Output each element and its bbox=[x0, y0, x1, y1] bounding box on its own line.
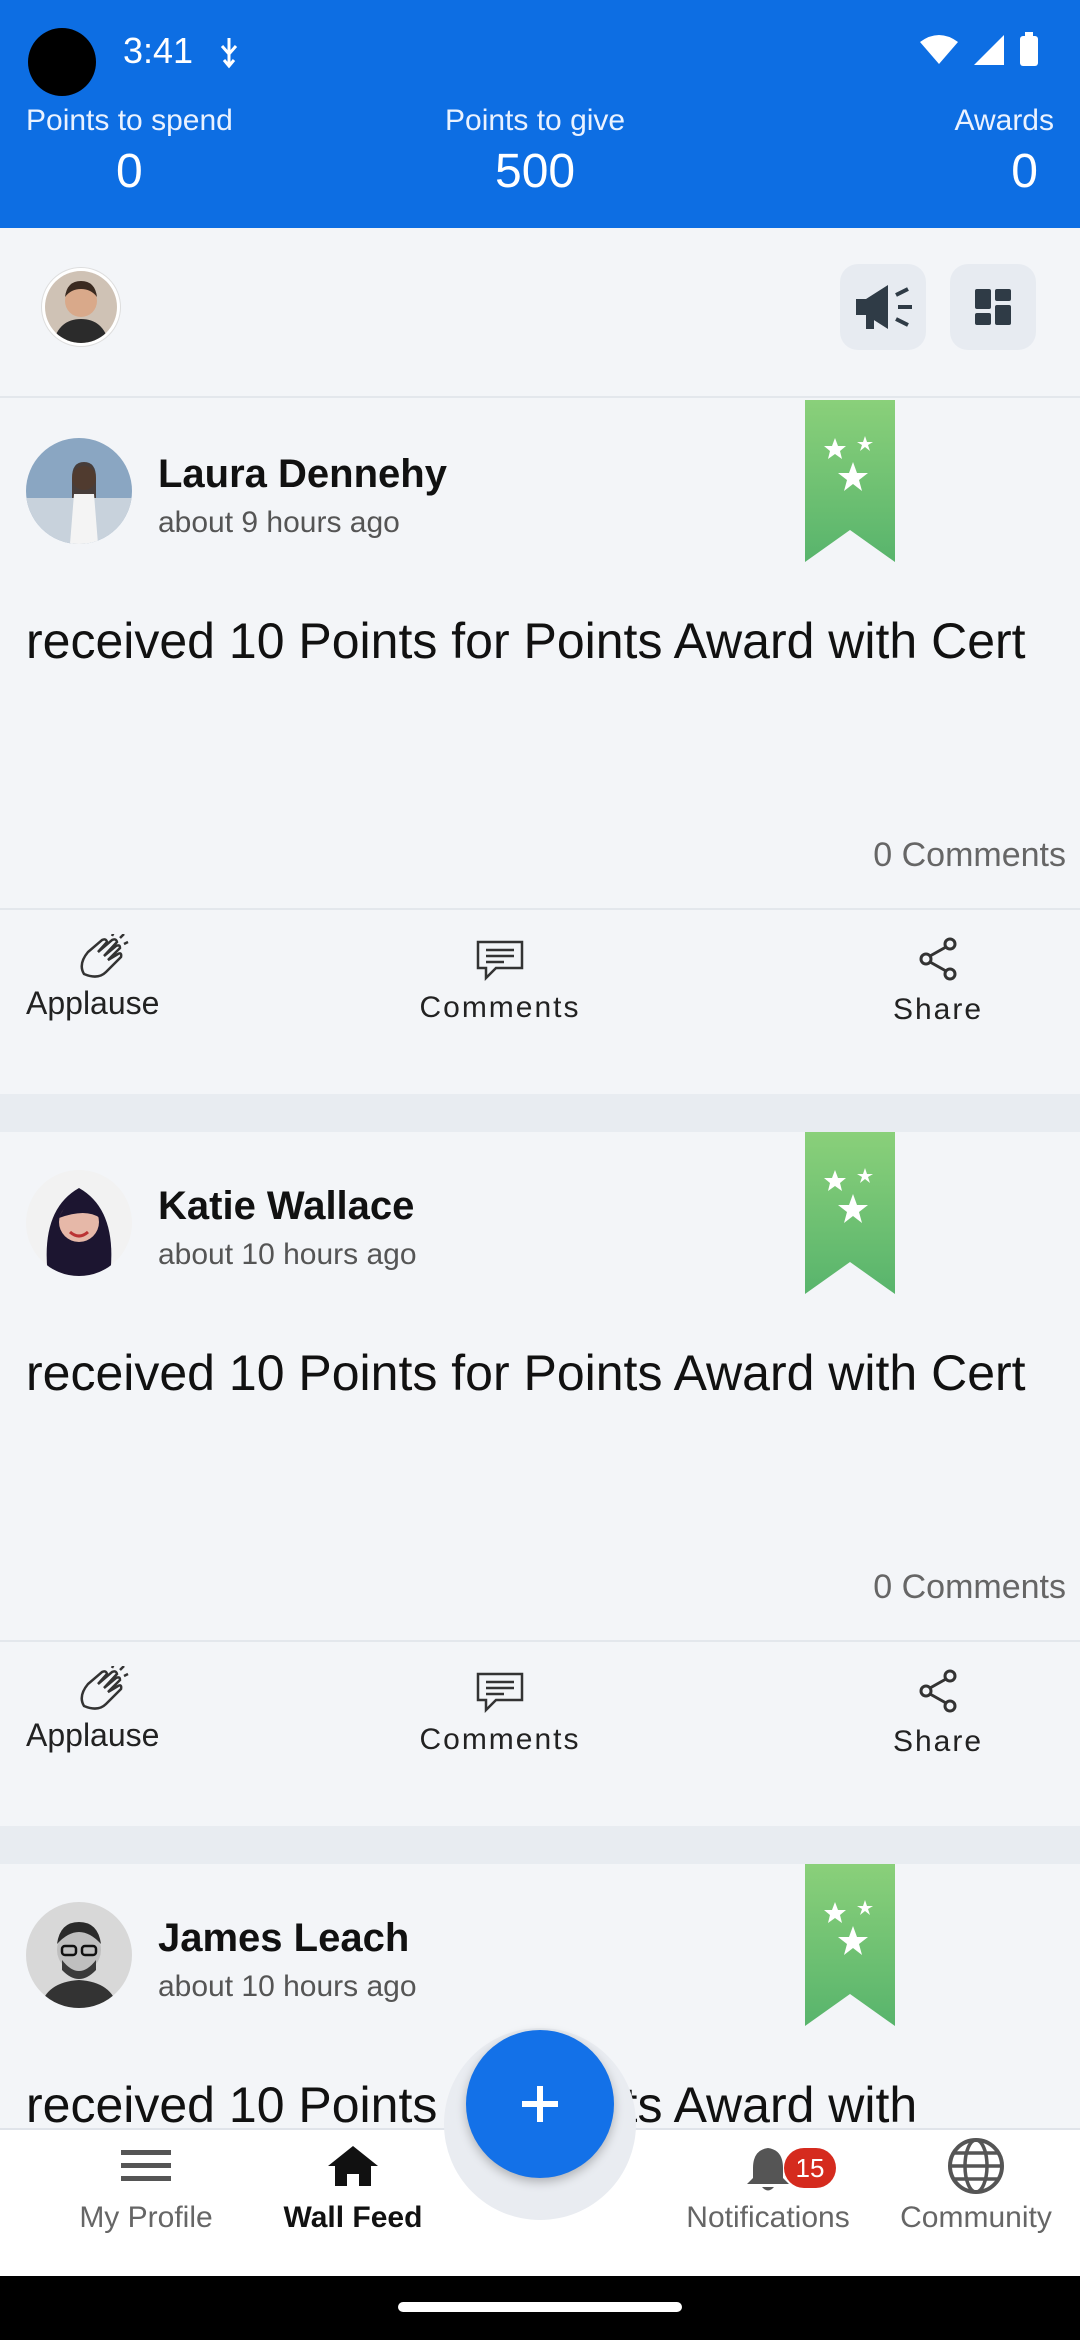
avatar-image bbox=[26, 1170, 132, 1276]
award-ribbon-icon bbox=[805, 1132, 895, 1294]
share-label: Share bbox=[892, 1725, 984, 1758]
post-divider bbox=[0, 1640, 1080, 1642]
system-icons bbox=[918, 32, 1040, 68]
awards[interactable]: Awards 0 bbox=[955, 104, 1055, 199]
signal-icon bbox=[974, 35, 1004, 65]
camera-cutout bbox=[28, 28, 96, 96]
notifications-badge: 15 bbox=[784, 2148, 836, 2188]
points-to-spend-value: 0 bbox=[116, 145, 143, 198]
post-message: received 10 Points for Points Award with… bbox=[26, 1345, 1026, 1401]
globe-icon bbox=[948, 2138, 1004, 2194]
comments-label: Comments bbox=[419, 1723, 581, 1756]
comments-button[interactable]: Comments bbox=[395, 1666, 605, 1757]
comments-count[interactable]: 0 Comments bbox=[873, 1568, 1066, 1607]
home-icon bbox=[328, 2146, 378, 2186]
points-to-give-label: Points to give bbox=[445, 104, 626, 137]
nav-notifications[interactable]: 15 Notifications bbox=[678, 2144, 858, 2235]
dashboard-button[interactable] bbox=[950, 264, 1036, 350]
wifi-icon bbox=[920, 35, 958, 64]
comments-button[interactable]: Comments bbox=[395, 934, 605, 1025]
share-icon bbox=[919, 1669, 957, 1713]
my-avatar-image bbox=[45, 271, 117, 343]
nav-my-profile[interactable]: My Profile bbox=[56, 2144, 236, 2235]
award-ribbon-icon bbox=[805, 1864, 895, 2026]
post-message: received 10 Points for Points Award with… bbox=[26, 613, 1026, 669]
my-avatar[interactable] bbox=[42, 268, 120, 346]
post-author-name[interactable]: Laura Dennehy bbox=[158, 452, 447, 497]
battery-icon bbox=[1020, 32, 1038, 66]
share-button[interactable]: Share bbox=[868, 1666, 1008, 1759]
share-icon bbox=[919, 937, 957, 981]
add-post-button[interactable] bbox=[466, 2030, 614, 2178]
applause-button[interactable]: Applause bbox=[26, 1663, 186, 1754]
applause-button[interactable]: Applause bbox=[26, 931, 186, 1022]
status-time: 3:41 bbox=[123, 30, 194, 71]
status-bar: 3:41 bbox=[0, 0, 1080, 100]
top-header: 3:41 Points to spend 0 Points to give 50… bbox=[0, 0, 1080, 228]
grid-icon bbox=[975, 289, 1011, 325]
applause-label: Applause bbox=[26, 985, 160, 1021]
applause-label: Applause bbox=[26, 1717, 160, 1753]
points-to-give[interactable]: Points to give 500 bbox=[445, 104, 625, 199]
post-avatar[interactable] bbox=[26, 438, 132, 544]
awards-value: 0 bbox=[1011, 145, 1038, 198]
nav-notifications-label: Notifications bbox=[686, 2201, 850, 2234]
comments-icon bbox=[476, 940, 524, 982]
points-to-spend[interactable]: Points to spend 0 bbox=[26, 104, 233, 199]
nav-wall-feed[interactable]: Wall Feed bbox=[263, 2144, 443, 2235]
post-timestamp: about 10 hours ago bbox=[158, 1238, 417, 1271]
points-to-spend-label: Points to spend bbox=[26, 104, 233, 137]
post-timestamp: about 10 hours ago bbox=[158, 1970, 417, 2003]
nav-community[interactable]: Community bbox=[886, 2138, 1066, 2235]
nav-my-profile-label: My Profile bbox=[79, 2201, 213, 2234]
points-summary: Points to spend 0 Points to give 500 Awa… bbox=[0, 104, 1080, 224]
nav-wall-feed-label: Wall Feed bbox=[283, 2201, 423, 2234]
post-avatar[interactable] bbox=[26, 1902, 132, 2008]
feed-post: Katie Wallace about 10 hours ago receive… bbox=[0, 1132, 1080, 1822]
usb-debug-icon bbox=[220, 38, 238, 69]
post-avatar[interactable] bbox=[26, 1170, 132, 1276]
share-label: Share bbox=[892, 993, 984, 1026]
home-indicator[interactable] bbox=[398, 2302, 682, 2312]
avatar-image bbox=[26, 1902, 132, 2008]
applause-icon bbox=[80, 1663, 129, 1710]
post-divider bbox=[0, 908, 1080, 910]
nav-community-label: Community bbox=[900, 2201, 1052, 2234]
post-author-name[interactable]: Katie Wallace bbox=[158, 1184, 414, 1229]
feed-post: Laura Dennehy about 9 hours ago received… bbox=[0, 400, 1080, 1090]
megaphone-icon bbox=[856, 285, 912, 329]
share-button[interactable]: Share bbox=[868, 934, 1008, 1027]
post-separator bbox=[0, 1826, 1080, 1864]
applause-icon bbox=[80, 931, 129, 978]
awards-label: Awards bbox=[954, 104, 1055, 137]
comments-icon bbox=[476, 1672, 524, 1714]
points-to-give-value: 500 bbox=[495, 145, 576, 198]
profile-action-row bbox=[0, 228, 1080, 398]
announcements-button[interactable] bbox=[840, 264, 926, 350]
award-ribbon-icon bbox=[805, 400, 895, 562]
comments-count[interactable]: 0 Comments bbox=[873, 836, 1066, 875]
comments-label: Comments bbox=[419, 991, 581, 1024]
menu-icon bbox=[121, 2150, 171, 2181]
gesture-bar bbox=[0, 2276, 1080, 2340]
avatar-image bbox=[26, 438, 132, 544]
post-author-name[interactable]: James Leach bbox=[158, 1916, 409, 1961]
post-timestamp: about 9 hours ago bbox=[158, 506, 400, 539]
post-separator bbox=[0, 1094, 1080, 1132]
plus-icon bbox=[522, 2086, 558, 2122]
